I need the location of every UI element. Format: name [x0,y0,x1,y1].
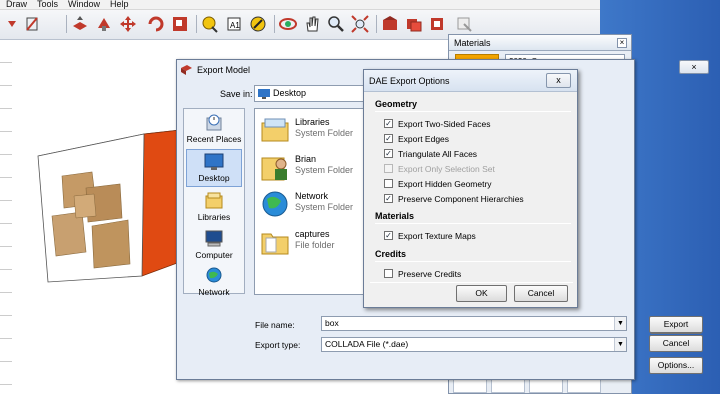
place-network[interactable]: Network [186,264,242,302]
dae-export-options-dialog: DAE Export Options x Geometry ✓ Export T… [363,69,578,308]
file-name: Network [295,191,329,201]
option-label: Export Only Selection Set [398,164,495,174]
file-name: captures [295,229,330,239]
libraries-icon [205,192,223,209]
option-label: Export Hidden Geometry [398,179,492,189]
menu-draw[interactable]: Draw [2,0,33,9]
file-type: System Folder [295,165,354,175]
option-label: Preserve Component Hierarchies [398,194,524,204]
tape-measure-icon[interactable] [200,14,220,34]
network-icon [206,267,222,283]
orbit-tool-icon[interactable] [278,14,298,34]
move-tool-icon[interactable] [118,14,138,34]
save-in-value: Desktop [273,88,307,98]
close-icon[interactable]: x [546,73,571,88]
section-materials: Materials [375,211,415,221]
checkbox[interactable] [384,269,393,278]
place-recent[interactable]: Recent Places [186,111,242,149]
dimension-text-icon[interactable]: A1 [224,14,244,34]
checkbox[interactable]: ✓ [384,231,393,240]
desktop-small-icon [258,89,270,99]
folder-icon [261,233,289,255]
computer-icon [205,230,223,247]
close-icon[interactable]: × [679,60,709,74]
materials-title: Materials [449,35,631,51]
option-label: Export Two-Sided Faces [398,119,491,129]
place-desktop[interactable]: Desktop [186,149,242,187]
pushpull-tool-icon[interactable] [70,14,90,34]
share-model-icon[interactable] [428,14,448,34]
place-label: Desktop [198,173,230,183]
zoom-extents-icon[interactable] [350,14,370,34]
checkbox [384,164,393,173]
place-libraries[interactable]: Libraries [186,189,242,227]
place-label: Recent Places [186,134,242,144]
checkbox[interactable]: ✓ [384,194,393,203]
checkbox[interactable]: ✓ [384,149,393,158]
scale-tool-icon[interactable] [170,14,190,34]
divider [375,111,571,112]
divider [375,261,571,262]
place-computer[interactable]: Computer [186,227,242,265]
divider [370,282,573,283]
chevron-down-icon[interactable]: ▼ [614,338,626,351]
ok-button[interactable]: OK [456,285,507,302]
menu-tools[interactable]: Tools [33,0,64,9]
file-name-label: File name: [255,320,295,330]
checkbox[interactable]: ✓ [384,119,393,128]
components-icon[interactable] [404,14,424,34]
file-type: System Folder [295,202,354,212]
checkbox[interactable] [384,179,393,188]
menu-window[interactable]: Window [64,0,106,9]
option-label: Export Texture Maps [398,231,476,241]
option-label: Preserve Credits [398,269,462,279]
file-name-input[interactable]: box ▼ [321,316,627,331]
warehouse-icon[interactable] [380,14,400,34]
svg-text:A1: A1 [230,21,240,30]
cancel-button[interactable]: Cancel [514,285,568,302]
section-credits: Credits [375,249,407,259]
network-globe-icon [262,191,288,217]
recent-places-icon [206,114,222,131]
paint-bucket-icon[interactable] [248,14,268,34]
textured-cube[interactable] [34,126,184,284]
save-in-label: Save in: [220,89,253,99]
option-label: Triangulate All Faces [398,149,478,159]
export-type-select[interactable]: COLLADA File (*.dae) ▼ [321,337,627,352]
places-bar: Recent Places Desktop Libraries Computer… [183,108,245,297]
rectangle-tool-icon[interactable] [22,14,42,34]
export-type-label: Export type: [255,340,301,350]
libraries-folder-icon [261,118,289,142]
place-label: Computer [195,250,233,260]
save-in-dropdown[interactable]: Desktop [254,85,374,102]
export-type-value: COLLADA File (*.dae) [325,339,409,349]
close-icon[interactable]: × [617,38,627,48]
rotate-tool-icon[interactable] [146,14,166,34]
arrow-tool-icon[interactable] [2,14,22,34]
option-label: Export Edges [398,134,450,144]
followme-tool-icon[interactable] [94,14,114,34]
viewport-left-edge [0,40,12,394]
desktop-icon [204,153,224,170]
place-label: Network [198,287,230,297]
menu-help[interactable]: Help [106,0,135,9]
options-button[interactable]: Options... [649,357,703,374]
pan-hand-icon[interactable] [302,14,322,34]
file-name-value: box [325,318,339,328]
file-type: System Folder [295,128,354,138]
cancel-button[interactable]: Cancel [649,335,703,352]
section-geometry: Geometry [375,99,418,109]
divider [375,223,571,224]
file-type: File folder [295,240,335,250]
zoom-tool-icon[interactable] [326,14,346,34]
user-folder-icon [261,157,287,181]
extension-icon[interactable] [454,14,474,34]
file-name: Brian [295,154,317,164]
file-name: Libraries [295,117,330,127]
chevron-down-icon[interactable]: ▼ [614,317,626,330]
place-label: Libraries [197,212,231,222]
export-button[interactable]: Export [649,316,703,333]
menu-bar: Draw Tools Window Help [0,0,600,10]
checkbox[interactable]: ✓ [384,134,393,143]
